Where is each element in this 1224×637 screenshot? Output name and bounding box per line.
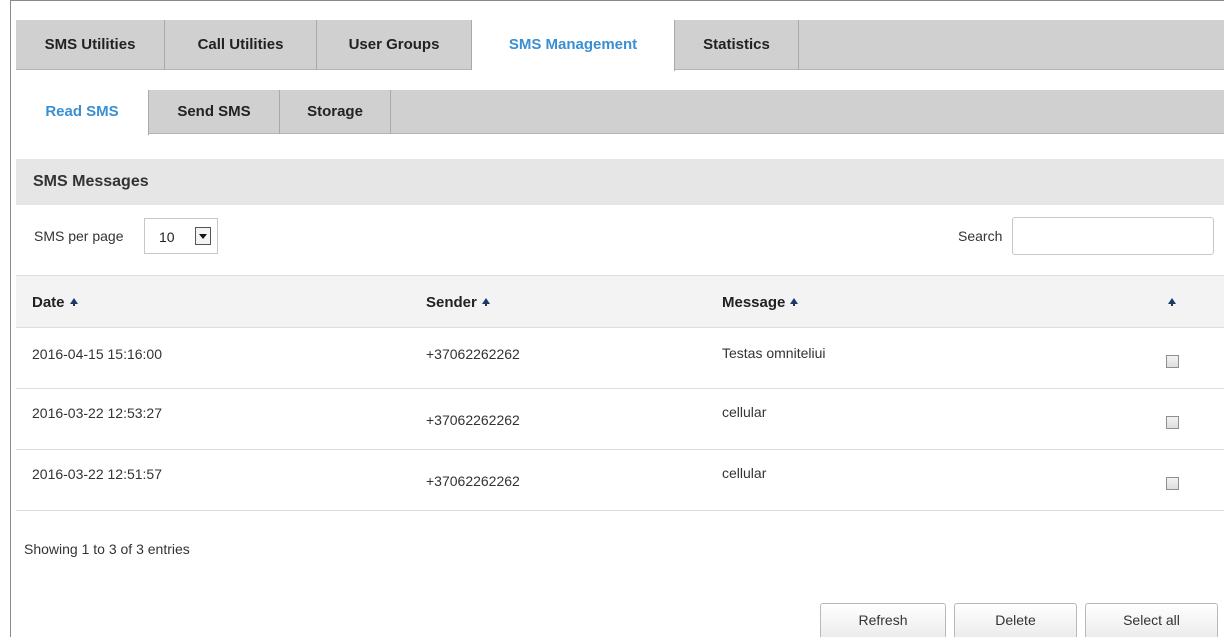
cell-sender: +37062262262 — [426, 412, 520, 428]
column-header-label: Sender — [426, 294, 477, 311]
cell-sender: +37062262262 — [426, 473, 520, 489]
row-select-checkbox[interactable] — [1166, 416, 1179, 429]
cell-sender: +37062262262 — [426, 346, 520, 362]
select-all-button[interactable]: Select all — [1085, 603, 1218, 637]
sort-arrow-icon — [69, 298, 78, 306]
per-page-label: SMS per page — [34, 228, 124, 244]
table-row: 2016-04-15 15:16:00 +37062262262 Testas … — [16, 328, 1224, 389]
sub-tab-bar: Read SMS Send SMS Storage — [16, 90, 1224, 135]
sort-arrow-icon — [790, 298, 799, 306]
subtab-storage[interactable]: Storage — [280, 90, 391, 134]
row-select-checkbox[interactable] — [1166, 355, 1179, 368]
delete-button[interactable]: Delete — [954, 603, 1077, 637]
column-header-label: Date — [32, 294, 65, 311]
per-page-value: 10 — [159, 229, 175, 245]
section-title: SMS Messages — [16, 159, 1224, 205]
sms-table: Date Sender Message 2016-04-15 15:16:00 … — [16, 275, 1224, 511]
chevron-down-icon[interactable] — [195, 227, 211, 245]
subtab-read-sms[interactable]: Read SMS — [16, 90, 149, 135]
subtab-send-sms[interactable]: Send SMS — [149, 90, 280, 134]
tab-statistics[interactable]: Statistics — [675, 20, 799, 70]
per-page-select[interactable]: 10 — [144, 218, 218, 254]
tab-sms-management[interactable]: SMS Management — [472, 20, 675, 71]
table-header: Date Sender Message — [16, 275, 1224, 328]
refresh-button[interactable]: Refresh — [820, 603, 946, 637]
column-header-date[interactable]: Date — [32, 294, 78, 311]
cell-date: 2016-03-22 12:53:27 — [32, 405, 162, 421]
main-tab-bar: SMS Utilities Call Utilities User Groups… — [16, 20, 1224, 71]
sort-arrow-icon — [1168, 298, 1176, 306]
entries-info: Showing 1 to 3 of 3 entries — [24, 541, 190, 557]
cell-message: cellular — [722, 404, 767, 420]
cell-message: Testas omniteliui — [722, 345, 826, 361]
sort-arrow-icon — [481, 298, 490, 306]
tab-user-groups[interactable]: User Groups — [317, 20, 472, 70]
table-row: 2016-03-22 12:53:27 +37062262262 cellula… — [16, 389, 1224, 450]
search-input[interactable] — [1012, 217, 1214, 255]
tab-sms-utilities[interactable]: SMS Utilities — [16, 20, 165, 70]
cell-date: 2016-04-15 15:16:00 — [32, 346, 162, 362]
column-header-sender[interactable]: Sender — [426, 294, 490, 311]
cell-date: 2016-03-22 12:51:57 — [32, 466, 162, 482]
table-row: 2016-03-22 12:51:57 +37062262262 cellula… — [16, 450, 1224, 511]
tab-call-utilities[interactable]: Call Utilities — [165, 20, 317, 70]
search-label: Search — [958, 228, 1003, 244]
cell-message: cellular — [722, 465, 767, 481]
column-header-label: Message — [722, 294, 786, 311]
column-header-message[interactable]: Message — [722, 294, 799, 311]
table-controls: SMS per page 10 Search — [16, 216, 1224, 256]
column-header-select[interactable] — [1163, 294, 1176, 311]
row-select-checkbox[interactable] — [1166, 477, 1179, 490]
